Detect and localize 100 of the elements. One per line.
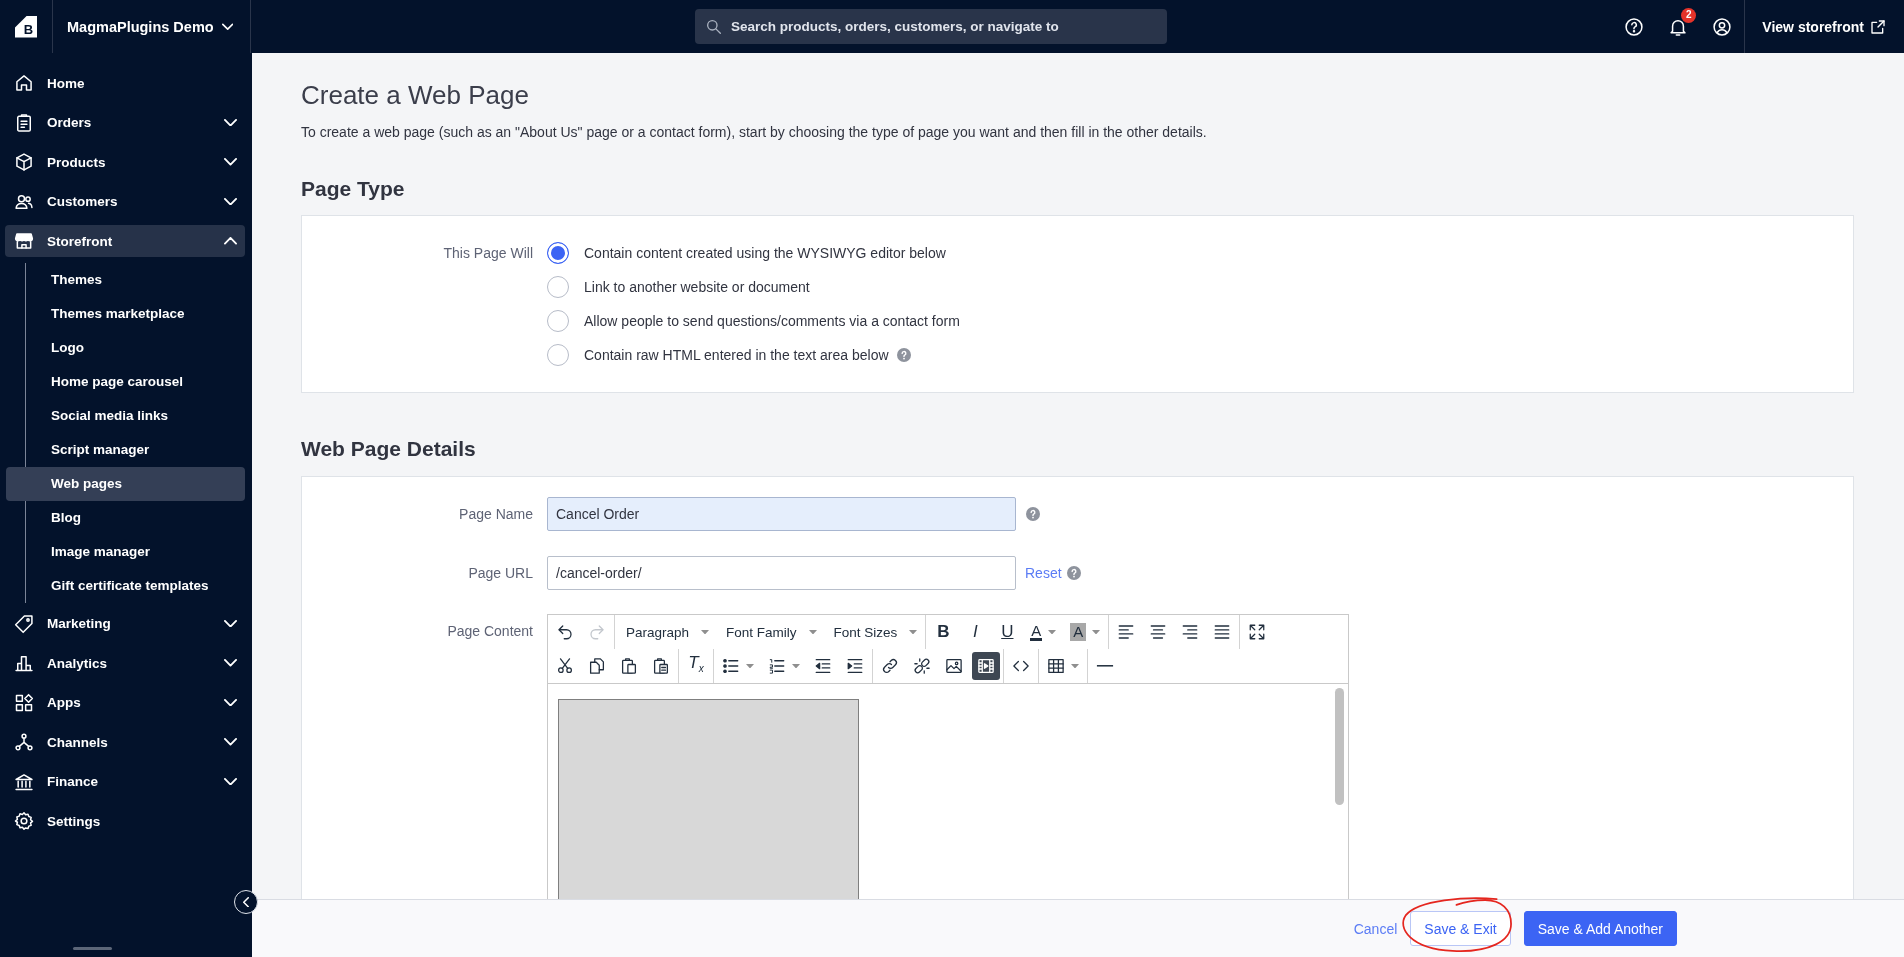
nav-subitem[interactable]: Themes marketplace [6,296,245,331]
caret-icon [909,629,918,635]
radio-button[interactable] [547,276,569,298]
link-icon [881,657,899,675]
film-icon [977,657,995,675]
tag-icon [14,613,34,634]
nodes-icon [14,732,34,752]
scrollbar [73,947,112,950]
nav-item[interactable]: Storefront [5,225,245,257]
page-title: Create a Web Page [301,79,529,111]
align-center-icon [1149,623,1168,641]
gear-icon [14,811,34,831]
section-heading: Page Type [301,176,405,202]
search-icon [706,18,722,35]
underline-button[interactable]: U [993,618,1022,646]
help-icon[interactable] [1624,16,1645,37]
nav-subitem[interactable]: Image manager [6,534,245,569]
nav-item[interactable]: Customers [5,185,245,218]
search-field[interactable]: Search products, orders, customers, or navigate to [695,9,1167,44]
bullet-list-icon [722,657,740,675]
redo-icon [588,623,606,641]
nav-subitem[interactable]: Logo [6,330,245,365]
bank-icon [14,771,34,792]
nav-item[interactable]: Products [5,146,245,178]
align-right-icon [1181,623,1200,641]
view-storefront-link[interactable]: View storefront [1744,0,1904,53]
radio-label[interactable]: Contain content created using the WYSIWYG editor below [584,245,946,261]
clipboard-list-icon [14,112,34,133]
bar-chart-icon [14,653,34,673]
clear-formatting-button[interactable]: T$_{x}$ [682,652,710,680]
store-logo[interactable]: B [15,15,37,38]
caret-icon [1071,663,1079,669]
radio-button[interactable] [547,242,569,264]
caret-icon [746,663,754,669]
align-left-icon [1117,623,1136,641]
collapse-sidebar-button[interactable] [234,890,258,914]
nav-item[interactable]: Finance [5,765,245,798]
nav-item[interactable]: Channels [5,726,245,758]
nav-subitem[interactable]: Web pages [6,466,245,501]
page-description: To create a web page (such as an "About Us" page or a contact form), start by choosing the type of page you want and then fill in the other details. [301,123,1207,142]
nav-item[interactable]: Analytics [5,647,245,679]
chevron-left-icon [243,896,249,908]
save-add-button[interactable]: Save & Add Another [1523,911,1677,946]
radio-button[interactable] [547,310,569,332]
nav-subitem[interactable]: Script manager [6,432,245,467]
clipboard-icon [620,657,638,675]
toolbar-dropdown[interactable]: Font Sizes [825,618,923,646]
radio-label[interactable]: Link to another website or document [584,279,810,295]
table-icon [1047,657,1065,675]
save-exit-button[interactable]: Save & Exit [1410,911,1511,946]
field-label: Page Name [459,505,533,524]
nav-item[interactable]: Apps [5,686,245,719]
reset-link[interactable]: Reset [1025,565,1062,581]
nav-subitem[interactable]: Themes [6,262,245,297]
nav-subitem[interactable]: Blog [6,500,245,535]
cube-icon [14,152,34,172]
radio-label[interactable]: Contain raw HTML entered in the text area below [584,347,889,363]
bold-button[interactable]: B [929,618,958,646]
shop-icon [14,231,34,251]
home-icon [14,73,34,93]
toolbar-dropdown[interactable]: Font Family [718,618,822,646]
text-color-button[interactable]: A [1025,618,1062,646]
italic-button[interactable]: I [961,618,990,646]
nav-item[interactable]: Home [5,67,245,99]
apps-grid-icon [14,692,34,713]
highlight-color-button[interactable]: A [1065,618,1106,646]
expand-arrows-icon [1248,623,1267,641]
section-heading: Web Page Details [301,436,476,462]
account-icon[interactable] [1712,16,1733,37]
caret-icon [1092,629,1101,635]
media-button[interactable] [972,652,1000,680]
nav-subitem[interactable]: Gift certificate templates [6,568,245,603]
field-label: Page Content [447,622,533,641]
outdent-icon [814,657,832,675]
clipboard-text-icon [652,657,670,675]
radio-button[interactable] [547,344,569,366]
image-icon [945,657,963,675]
text-field[interactable]: /cancel-order/ [547,556,1016,590]
justify-icon [1213,623,1232,641]
field-label: This Page Will [443,244,533,263]
horizontal-line-icon [1096,664,1114,668]
notification-badge: 2 [1681,7,1697,23]
nav-item[interactable]: Orders [5,106,245,139]
nav-subitem[interactable]: Home page carousel [6,364,245,399]
cancel-link[interactable]: Cancel [1353,920,1398,937]
caret-icon [1048,629,1057,635]
text-field[interactable]: Cancel Order [547,497,1016,531]
indent-icon [846,657,864,675]
field-label: Page URL [468,564,533,583]
external-link-icon [1870,18,1886,35]
toolbar-dropdown[interactable]: Paragraph [618,618,715,646]
nav-item[interactable]: Settings [5,805,245,837]
radio-label[interactable]: Allow people to send questions/comments via a contact form [584,313,960,329]
nav-item[interactable]: Marketing [5,607,245,640]
caret-icon [701,629,710,635]
caret-icon [808,629,817,635]
numbered-list-icon [768,657,786,675]
copy-icon [588,657,606,675]
undo-icon [556,623,574,641]
nav-subitem[interactable]: Social media links [6,398,245,433]
